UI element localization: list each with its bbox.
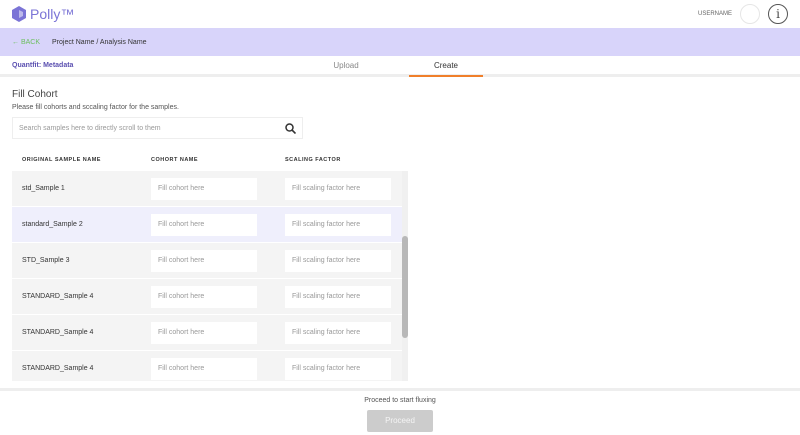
cohort-placeholder: Fill cohort here (158, 329, 205, 336)
scaling-placeholder: Fill scaling factor here (292, 365, 361, 372)
scrollbar-thumb[interactable] (402, 236, 408, 338)
table-row: std_Sample 1 Fill cohort here Fill scali… (12, 171, 408, 207)
column-header-sample: ORIGINAL SAMPLE NAME (22, 157, 101, 163)
search-input[interactable]: Search samples here to directly scroll t… (12, 117, 303, 139)
scaling-factor-input[interactable]: Fill scaling factor here (285, 177, 391, 200)
page-description: Please fill cohorts and sccaling factor … (12, 104, 179, 111)
scaling-placeholder: Fill scaling factor here (292, 293, 361, 300)
cohort-input[interactable]: Fill cohort here (151, 321, 257, 344)
table-row: STANDARD_Sample 4 Fill cohort here Fill … (12, 351, 408, 381)
polly-logo-icon (12, 6, 26, 22)
scaling-factor-input[interactable]: Fill scaling factor here (285, 213, 391, 236)
back-button[interactable]: ← BACK (12, 39, 40, 46)
page-title: Fill Cohort (12, 89, 58, 100)
scaling-placeholder: Fill scaling factor here (292, 221, 361, 228)
scaling-factor-input[interactable]: Fill scaling factor here (285, 357, 391, 380)
table-row: standard_Sample 2 Fill cohort here Fill … (12, 207, 408, 243)
search-icon[interactable] (285, 122, 296, 134)
scaling-placeholder: Fill scaling factor here (292, 257, 361, 264)
scaling-factor-input[interactable]: Fill scaling factor here (285, 249, 391, 272)
tab-create[interactable]: Create (409, 56, 483, 77)
avatar[interactable] (740, 4, 760, 24)
cohort-placeholder: Fill cohort here (158, 221, 205, 228)
table-row: STANDARD_Sample 4 Fill cohort here Fill … (12, 279, 408, 315)
table-row: STANDARD_Sample 4 Fill cohort here Fill … (12, 315, 408, 351)
sample-name: STD_Sample 3 (22, 257, 70, 264)
info-icon[interactable]: i (768, 4, 788, 24)
table-row: STD_Sample 3 Fill cohort here Fill scali… (12, 243, 408, 279)
top-bar: Polly™ USERNAME i (0, 0, 800, 28)
sample-name: standard_Sample 2 (22, 221, 83, 228)
breadcrumb: Project Name / Analysis Name (52, 38, 147, 46)
cohort-input[interactable]: Fill cohort here (151, 285, 257, 308)
sub-header: Quantfit: Metadata Upload Create (0, 56, 800, 77)
cohort-placeholder: Fill cohort here (158, 365, 205, 372)
cohort-input[interactable]: Fill cohort here (151, 213, 257, 236)
cohort-placeholder: Fill cohort here (158, 293, 205, 300)
scaling-placeholder: Fill scaling factor here (292, 185, 361, 192)
cohort-input[interactable]: Fill cohort here (151, 249, 257, 272)
column-header-cohort: COHORT NAME (151, 157, 199, 163)
section-title: Quantfit: Metadata (12, 61, 74, 69)
sample-table: std_Sample 1 Fill cohort here Fill scali… (12, 171, 408, 381)
search-placeholder: Search samples here to directly scroll t… (19, 124, 161, 132)
logo[interactable]: Polly™ (12, 6, 74, 22)
cohort-placeholder: Fill cohort here (158, 257, 205, 264)
username: USERNAME (697, 11, 732, 17)
sample-name: STANDARD_Sample 4 (22, 293, 94, 300)
cohort-input[interactable]: Fill cohort here (151, 357, 257, 380)
proceed-button[interactable]: Proceed (367, 410, 433, 432)
sample-name: STANDARD_Sample 4 (22, 365, 94, 372)
cohort-input[interactable]: Fill cohort here (151, 177, 257, 200)
footer: Proceed to start fluxing Proceed (0, 388, 800, 435)
tab-upload[interactable]: Upload (309, 56, 383, 77)
scaling-factor-input[interactable]: Fill scaling factor here (285, 285, 391, 308)
sample-name: std_Sample 1 (22, 185, 65, 192)
cohort-placeholder: Fill cohort here (158, 185, 205, 192)
sample-name: STANDARD_Sample 4 (22, 329, 94, 336)
proceed-hint: Proceed to start fluxing (364, 397, 436, 404)
column-header-scaling: SCALING FACTOR (285, 157, 341, 163)
nav-bar: ← BACK Project Name / Analysis Name (0, 28, 800, 56)
app-name: Polly™ (30, 6, 75, 22)
scaling-factor-input[interactable]: Fill scaling factor here (285, 321, 391, 344)
scaling-placeholder: Fill scaling factor here (292, 329, 361, 336)
